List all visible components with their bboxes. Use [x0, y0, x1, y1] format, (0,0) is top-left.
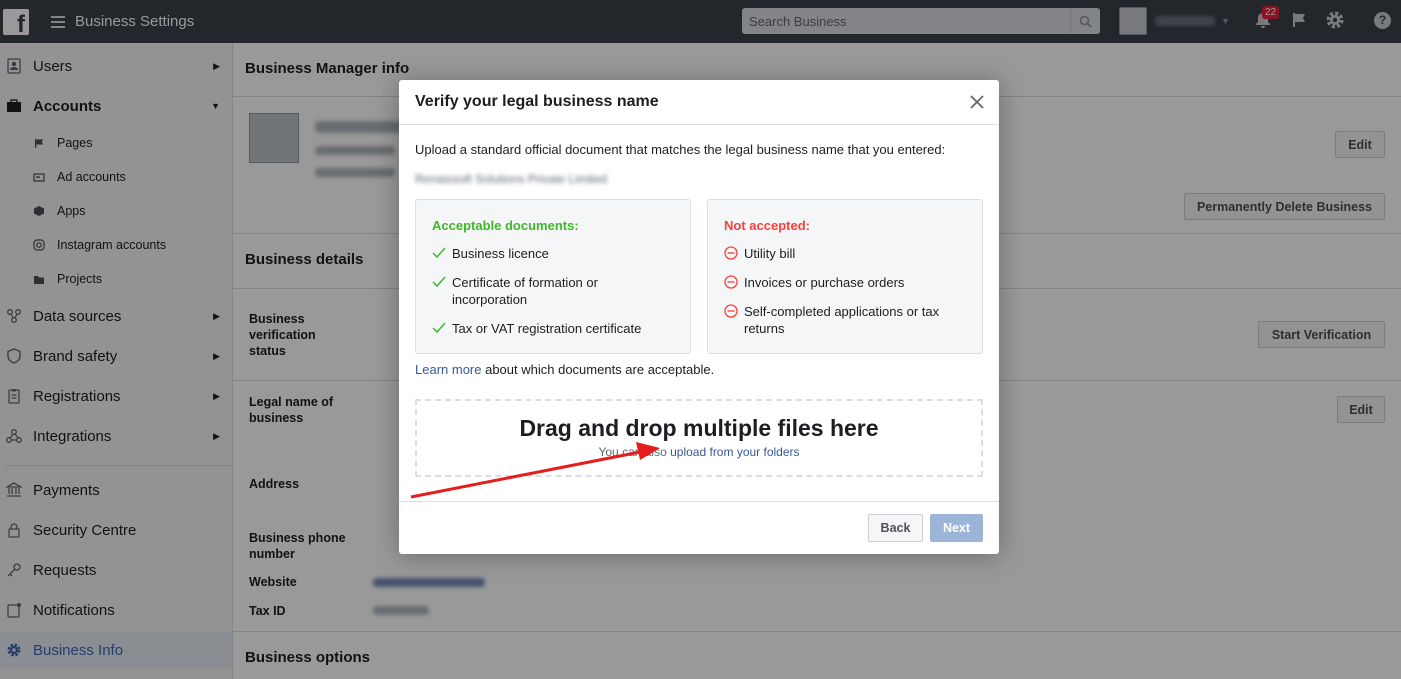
acceptable-documents-box: Acceptable documents: Business licence C… — [415, 199, 691, 354]
next-button[interactable]: Next — [930, 514, 983, 542]
checkmark-icon — [432, 276, 446, 288]
acceptable-item: Business licence — [432, 245, 549, 262]
not-accepted-item-label: Self-completed applications or tax retur… — [744, 304, 940, 336]
learn-more-text: Learn more about which documents are acc… — [415, 362, 714, 377]
not-accepted-item: Utility bill — [724, 245, 795, 262]
close-icon[interactable] — [969, 94, 985, 110]
acceptable-item: Tax or VAT registration certificate — [432, 320, 641, 337]
verify-legal-name-dialog: Verify your legal business name Upload a… — [399, 80, 999, 554]
not-accepted-item: Self-completed applications or tax retur… — [724, 303, 964, 337]
checkmark-icon — [432, 322, 446, 334]
dialog-footer: Back Next — [399, 501, 999, 554]
dialog-title: Verify your legal business name — [415, 93, 659, 110]
file-dropzone[interactable]: Drag and drop multiple files here You ca… — [415, 399, 983, 477]
not-accepted-documents-box: Not accepted: Utility bill Invoices or p… — [707, 199, 983, 354]
upload-from-folders-link[interactable]: upload from your folders — [670, 445, 799, 459]
not-accepted-item-label: Invoices or purchase orders — [744, 275, 905, 290]
no-entry-icon — [724, 304, 738, 318]
acceptable-item-label: Tax or VAT registration certificate — [452, 321, 642, 336]
legal-name-blurred: Renaissoft Solutions Private Limited — [415, 172, 608, 186]
acceptable-heading: Acceptable documents: — [432, 218, 579, 233]
acceptable-item-label: Certificate of formation or incorporatio… — [452, 275, 598, 307]
dropzone-title: Drag and drop multiple files here — [519, 415, 879, 441]
acceptable-item: Certificate of formation or incorporatio… — [432, 274, 672, 308]
no-entry-icon — [724, 275, 738, 289]
dropzone-subtitle: You can also upload from your folders — [417, 445, 981, 459]
not-accepted-item: Invoices or purchase orders — [724, 274, 904, 291]
acceptable-item-label: Business licence — [452, 246, 549, 261]
dialog-header: Verify your legal business name — [399, 80, 999, 125]
learn-more-link[interactable]: Learn more — [415, 362, 481, 377]
no-entry-icon — [724, 246, 738, 260]
dropzone-prefix: You can also — [598, 445, 671, 459]
checkmark-icon — [432, 247, 446, 259]
dialog-intro: Upload a standard official document that… — [415, 142, 946, 157]
not-accepted-item-label: Utility bill — [744, 246, 796, 261]
not-accepted-heading: Not accepted: — [724, 218, 810, 233]
learn-more-rest: about which documents are acceptable. — [481, 362, 715, 377]
back-button[interactable]: Back — [868, 514, 923, 542]
